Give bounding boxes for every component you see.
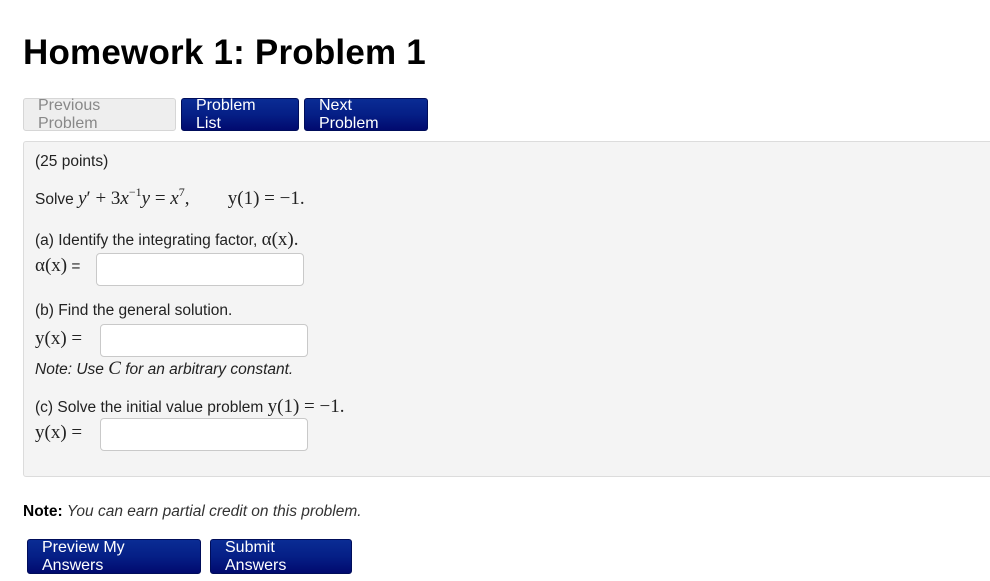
problem-statement: Solve y′ + 3x−1y = x7, y(1) = −1. — [35, 185, 305, 210]
constant-symbol: C — [108, 358, 121, 379]
problem-list-button[interactable]: Problem List — [181, 97, 299, 132]
note-label: Note: — [23, 503, 63, 520]
answer-actions: Preview My Answers Submit Answers — [27, 539, 352, 574]
part-b-label: y(x) = — [35, 328, 83, 349]
part-a-answer-input[interactable] — [96, 253, 304, 286]
part-c-label: y(x) = — [35, 422, 83, 443]
differential-equation: y′ + 3x−1y = x7, — [78, 185, 190, 209]
submit-answers-button[interactable]: Submit Answers — [210, 539, 352, 574]
points-label: (25 points) — [35, 153, 109, 170]
problem-navigation: Previous Problem Problem List Next Probl… — [23, 97, 428, 132]
part-c-prompt: (c) Solve the initial value problem y(1)… — [35, 396, 345, 417]
part-c-answer-input[interactable] — [100, 418, 308, 451]
preview-answers-button[interactable]: Preview My Answers — [27, 539, 201, 574]
partial-credit-note: Note: You can earn partial credit on thi… — [23, 503, 362, 521]
note-text: You can earn partial credit on this prob… — [66, 503, 362, 520]
initial-condition: y(1) = −1. — [227, 188, 305, 209]
part-a-prompt-math: α(x). — [261, 229, 299, 250]
next-problem-button[interactable]: Next Problem — [304, 97, 428, 132]
page-title: Homework 1: Problem 1 — [23, 33, 426, 72]
part-a-prompt: (a) Identify the integrating factor, α(x… — [35, 229, 299, 250]
part-c-prompt-math: y(1) = −1. — [267, 396, 345, 417]
part-b-answer-input[interactable] — [100, 324, 308, 357]
part-b-note: Note: Use C for an arbitrary constant. — [35, 358, 294, 379]
previous-problem-button[interactable]: Previous Problem — [23, 97, 176, 132]
part-b-prompt: (b) Find the general solution. — [35, 302, 233, 319]
statement-prefix: Solve — [35, 191, 74, 208]
problem-box: (25 points) Solve y′ + 3x−1y = x7, y(1) … — [23, 141, 990, 477]
part-a-label: α(x) = — [35, 255, 81, 276]
